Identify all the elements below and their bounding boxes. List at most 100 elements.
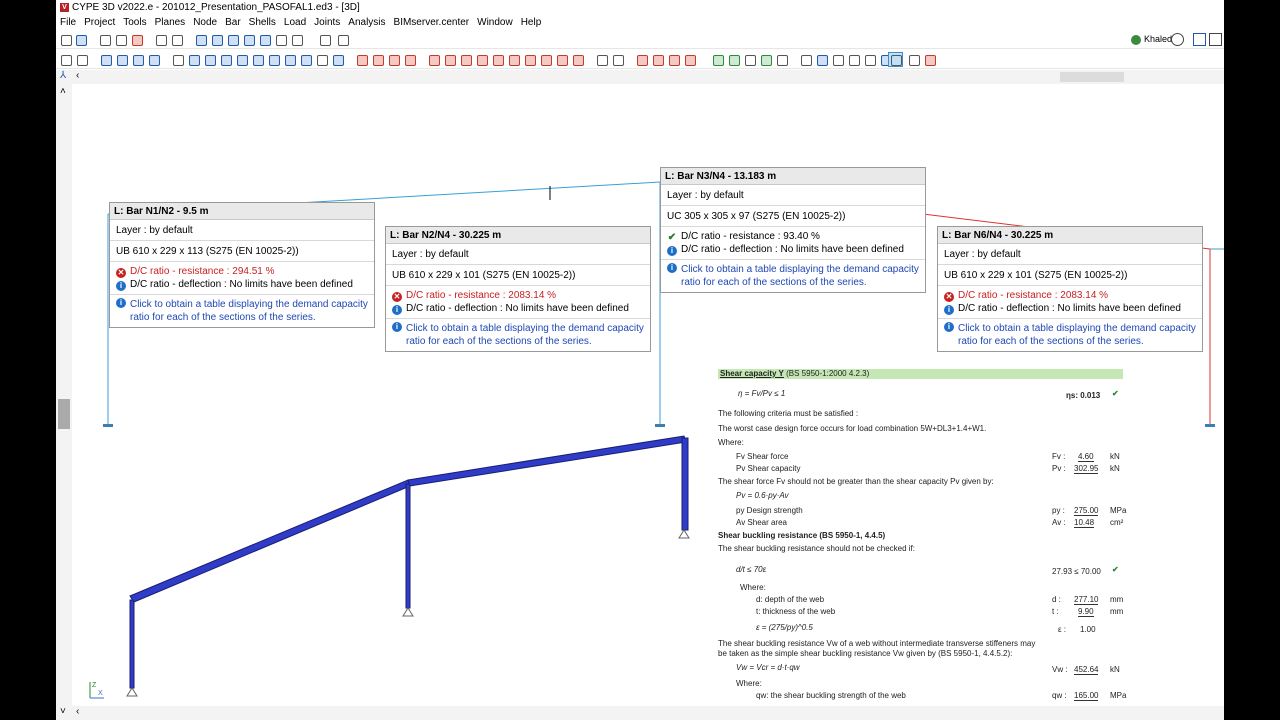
release-2-icon[interactable] [443, 53, 456, 66]
release-5-icon[interactable] [491, 53, 504, 66]
release-10-icon[interactable] [571, 53, 584, 66]
view-3d-icon[interactable] [318, 33, 331, 46]
describe-bar-icon[interactable] [131, 53, 144, 66]
sections-table-link[interactable]: i Click to obtain a table displaying the … [386, 319, 650, 351]
check-2-icon[interactable] [727, 53, 740, 66]
sections-table-link[interactable]: i Click to obtain a table displaying the … [110, 295, 374, 327]
list-view-icon[interactable] [59, 53, 72, 66]
menu-tools[interactable]: Tools [119, 16, 150, 30]
support-2-icon[interactable] [371, 53, 384, 66]
vertical-scrollbar[interactable]: ˄ [56, 84, 72, 706]
menu-joints[interactable]: Joints [310, 16, 344, 30]
new-node-icon[interactable] [99, 53, 112, 66]
buckling-title: Shear buckling resistance (BS 5950-1, 4.… [718, 531, 886, 540]
menu-node[interactable]: Node [189, 16, 221, 30]
release-8-icon[interactable] [539, 53, 552, 66]
window-mode-icon[interactable] [1193, 33, 1206, 46]
print-icon[interactable] [98, 33, 111, 46]
axis-toggle-icon[interactable]: ⅄ [60, 70, 66, 81]
vertical-scroll-thumb[interactable] [58, 399, 70, 429]
scroll-left-icon[interactable]: ‹ [76, 70, 79, 81]
horizontal-scroll-thumb[interactable] [1060, 72, 1124, 82]
vw-symbol: Vw : [1052, 665, 1068, 674]
save-icon[interactable] [74, 33, 87, 46]
undo-icon[interactable] [154, 33, 167, 46]
zoom-in-icon[interactable] [226, 33, 239, 46]
joint-5-icon[interactable] [863, 53, 876, 66]
copy-icon[interactable] [219, 53, 232, 66]
move-icon[interactable] [171, 53, 184, 66]
menu-bar-item[interactable]: Bar [221, 16, 245, 30]
release-3-icon[interactable] [459, 53, 472, 66]
load-2-icon[interactable] [611, 53, 624, 66]
release-7-icon[interactable] [523, 53, 536, 66]
menu-project[interactable]: Project [80, 16, 119, 30]
release-6-icon[interactable] [507, 53, 520, 66]
mesh-icon[interactable] [283, 53, 296, 66]
magnet-icon[interactable] [130, 33, 143, 46]
support-4-icon[interactable] [403, 53, 416, 66]
menu-analysis[interactable]: Analysis [344, 16, 389, 30]
menu-load[interactable]: Load [280, 16, 310, 30]
display-options-icon[interactable] [75, 53, 88, 66]
report-icon[interactable] [907, 53, 920, 66]
sections-table-link[interactable]: i Click to obtain a table displaying the … [938, 319, 1202, 351]
buckling-2-icon[interactable] [651, 53, 664, 66]
search-icon[interactable] [1171, 33, 1184, 46]
zoom-window-icon[interactable] [210, 33, 223, 46]
joint-4-icon[interactable] [847, 53, 860, 66]
dimension-icon[interactable] [187, 53, 200, 66]
zoom-extents-icon[interactable] [290, 33, 303, 46]
scroll-up-icon[interactable]: ˄ [60, 86, 66, 97]
grid-icon[interactable] [203, 53, 216, 66]
menu-planes[interactable]: Planes [151, 16, 190, 30]
release-4-icon[interactable] [475, 53, 488, 66]
user-account[interactable]: Khaled [1130, 33, 1172, 46]
menu-help[interactable]: Help [517, 16, 546, 30]
joint-2-icon[interactable] [815, 53, 828, 66]
frame-2-icon[interactable] [267, 53, 280, 66]
check-icon[interactable] [711, 53, 724, 66]
3d-model-viewport[interactable]: Z X L: Bar N1/N2 - 9.5 m Layer : by defa… [72, 84, 1224, 706]
check-4-icon[interactable] [759, 53, 772, 66]
support-3-icon[interactable] [387, 53, 400, 66]
refresh-view-icon[interactable] [194, 33, 207, 46]
new-bar-icon[interactable] [115, 53, 128, 66]
group-bars-icon[interactable] [147, 53, 160, 66]
release-icon[interactable] [427, 53, 440, 66]
scroll-down-icon[interactable]: ˅ [60, 706, 66, 717]
buckling-3-icon[interactable] [667, 53, 680, 66]
check-3-icon[interactable] [743, 53, 756, 66]
horizontal-scrollbar[interactable]: ˅ ‹ [56, 706, 1224, 720]
table-icon[interactable] [235, 53, 248, 66]
menu-bimserver[interactable]: BIMserver.center [390, 16, 474, 30]
frame-icon[interactable] [251, 53, 264, 66]
section-icon[interactable] [315, 53, 328, 66]
release-9-icon[interactable] [555, 53, 568, 66]
menu-shells[interactable]: Shells [245, 16, 280, 30]
check-5-icon[interactable] [775, 53, 788, 66]
measure-icon[interactable] [336, 33, 349, 46]
pan-hand-icon[interactable] [274, 33, 287, 46]
zoom-out-icon[interactable] [258, 33, 271, 46]
menu-window[interactable]: Window [473, 16, 517, 30]
open-folder-icon[interactable] [59, 33, 72, 46]
buckling-icon[interactable] [635, 53, 648, 66]
menu-file[interactable]: File [56, 16, 80, 30]
mesh-2-icon[interactable] [299, 53, 312, 66]
front-rafter-left [129, 479, 411, 603]
active-tool-icon[interactable] [888, 52, 903, 67]
sections-table-link[interactable]: i Click to obtain a table displaying the … [661, 260, 925, 292]
assign-section-icon[interactable] [331, 53, 344, 66]
layout-icon[interactable] [1209, 33, 1222, 46]
orbit-icon[interactable] [242, 33, 255, 46]
buckling-4-icon[interactable] [683, 53, 696, 66]
load-icon[interactable] [595, 53, 608, 66]
scroll-left-icon[interactable]: ‹ [76, 706, 79, 717]
export-icon[interactable] [923, 53, 936, 66]
joint-3-icon[interactable] [831, 53, 844, 66]
joint-icon[interactable] [799, 53, 812, 66]
redo-icon[interactable] [170, 33, 183, 46]
settings-icon[interactable] [114, 33, 127, 46]
support-icon[interactable] [355, 53, 368, 66]
